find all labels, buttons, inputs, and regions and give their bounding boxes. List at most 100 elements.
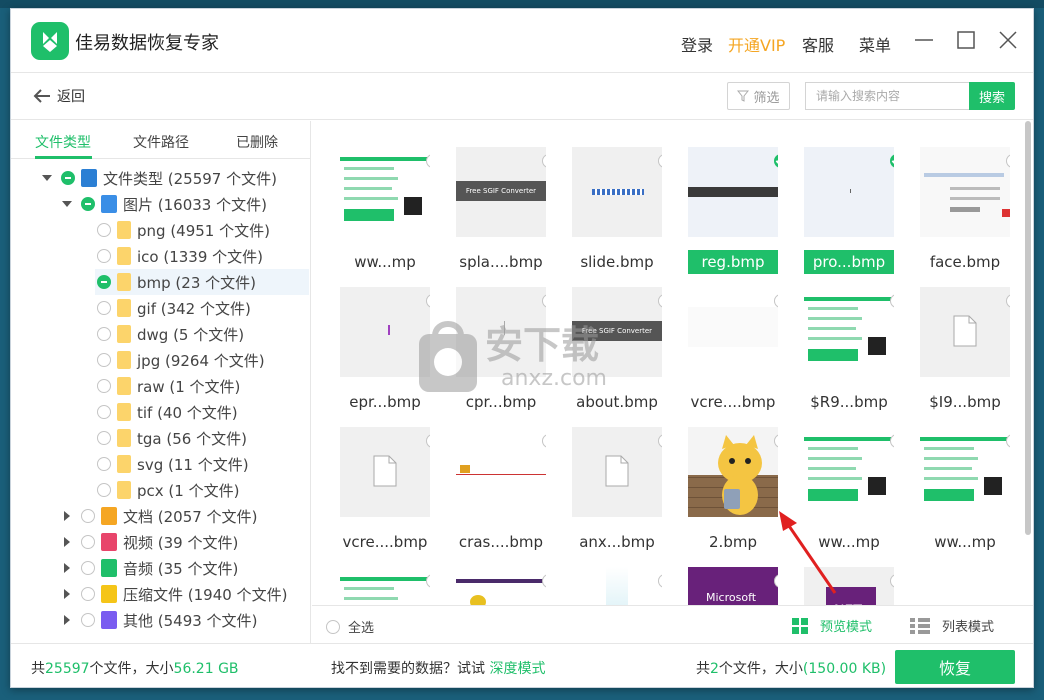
file-checkbox[interactable] <box>542 434 546 448</box>
tree-node-checkbox[interactable] <box>81 561 95 575</box>
tree-node[interactable]: ico (1339 个文件) <box>97 243 263 269</box>
tree-node[interactable]: dwg (5 个文件) <box>97 321 244 347</box>
expand-right-icon[interactable] <box>61 614 73 626</box>
tree-node[interactable]: raw (1 个文件) <box>97 373 240 399</box>
search-button[interactable]: 搜索 <box>969 82 1015 110</box>
expand-right-icon[interactable] <box>61 562 73 574</box>
expand-down-icon[interactable] <box>61 198 73 210</box>
tree-node[interactable]: gif (342 个文件) <box>97 295 251 321</box>
file-thumbnail[interactable] <box>340 427 430 517</box>
tree-node-checkbox[interactable] <box>97 483 111 497</box>
file-checkbox[interactable] <box>542 154 546 168</box>
tree-node[interactable]: 视频 (39 个文件) <box>61 529 238 555</box>
file-thumbnail[interactable]: Free SGIF Converter <box>456 147 546 237</box>
tree-node-checkbox[interactable] <box>81 587 95 601</box>
tree-node-checkbox[interactable] <box>97 223 111 237</box>
tree-node-checkbox[interactable] <box>97 327 111 341</box>
file-card[interactable]: vcre....bmp <box>322 411 438 551</box>
file-card[interactable] <box>322 551 438 605</box>
select-all-radio[interactable] <box>326 619 340 634</box>
menu-link[interactable]: 菜单 <box>859 32 891 56</box>
login-link[interactable]: 登录 <box>681 32 713 56</box>
file-checkbox[interactable] <box>426 434 430 448</box>
tree-node-checkbox[interactable] <box>97 249 111 263</box>
file-thumbnail[interactable] <box>572 147 662 237</box>
tree-node[interactable]: 其他 (5493 个文件) <box>61 607 257 633</box>
file-checkbox[interactable] <box>890 294 894 308</box>
tree-node-checkbox[interactable] <box>81 509 95 523</box>
tree-node-checkbox[interactable] <box>97 301 111 315</box>
tree-node[interactable]: tga (56 个文件) <box>97 425 247 451</box>
tree-node-checkbox[interactable] <box>81 613 95 627</box>
expand-right-icon[interactable] <box>61 536 73 548</box>
file-thumbnail[interactable] <box>688 287 778 377</box>
tree-node-checkbox[interactable] <box>81 197 95 211</box>
file-card[interactable]: $I9...bmp <box>902 271 1018 411</box>
tree-node-checkbox[interactable] <box>97 353 111 367</box>
file-thumbnail[interactable] <box>572 567 662 605</box>
file-thumbnail[interactable] <box>340 567 430 605</box>
file-checkbox[interactable] <box>658 294 662 308</box>
file-card[interactable]: ww...mp <box>322 131 438 271</box>
tree-node[interactable]: svg (11 个文件) <box>97 451 249 477</box>
file-thumbnail[interactable] <box>804 427 894 517</box>
file-thumbnail[interactable] <box>920 147 1010 237</box>
service-link[interactable]: 客服 <box>802 32 834 56</box>
file-checkbox[interactable] <box>890 434 894 448</box>
file-card[interactable]: $R9...bmp <box>786 271 902 411</box>
file-card[interactable]: Free SGIF Converter spla....bmp <box>438 131 554 271</box>
list-mode-button[interactable]: 列表模式 <box>910 616 994 635</box>
tree-node[interactable]: 压缩文件 (1940 个文件) <box>61 581 287 607</box>
file-checkbox[interactable] <box>426 154 430 168</box>
file-checkbox[interactable] <box>774 154 778 168</box>
file-checkbox[interactable] <box>426 574 430 588</box>
file-thumbnail[interactable] <box>920 427 1010 517</box>
tree-node[interactable]: 图片 (16033 个文件) <box>61 191 267 217</box>
file-checkbox[interactable] <box>774 294 778 308</box>
file-card[interactable]: slide.bmp <box>554 131 670 271</box>
file-checkbox[interactable] <box>1006 294 1010 308</box>
tree-node[interactable]: 音频 (35 个文件) <box>61 555 238 581</box>
tree-node-checkbox[interactable] <box>97 275 111 289</box>
file-checkbox[interactable] <box>658 574 662 588</box>
tree-node-checkbox[interactable] <box>97 457 111 471</box>
select-all-checkbox[interactable]: 全选 <box>326 617 374 636</box>
restore-button[interactable]: 恢复 <box>895 650 1015 684</box>
file-thumbnail[interactable]: Microsoft.NET <box>688 567 778 605</box>
file-thumbnail[interactable] <box>688 147 778 237</box>
file-card[interactable]: cras....bmp <box>438 411 554 551</box>
file-thumbnail[interactable] <box>456 567 546 605</box>
file-card[interactable]: vcre....bmp <box>670 271 786 411</box>
search-input[interactable] <box>805 82 971 110</box>
file-checkbox[interactable] <box>426 294 430 308</box>
file-checkbox[interactable] <box>774 434 778 448</box>
tree-node-checkbox[interactable] <box>81 535 95 549</box>
tab-deleted[interactable]: 已删除 <box>236 132 278 152</box>
back-button[interactable]: 返回 <box>33 86 85 106</box>
tree-node-checkbox[interactable] <box>97 405 111 419</box>
close-icon[interactable] <box>995 27 1021 53</box>
filter-button[interactable]: 筛选 <box>727 82 790 110</box>
file-card[interactable] <box>554 551 670 605</box>
file-checkbox[interactable] <box>1006 434 1010 448</box>
tree-node-checkbox[interactable] <box>97 431 111 445</box>
file-card[interactable] <box>438 551 554 605</box>
file-thumbnail[interactable] <box>340 147 430 237</box>
tree-node[interactable]: 文件类型 (25597 个文件) <box>41 165 277 191</box>
file-checkbox[interactable] <box>542 574 546 588</box>
file-card[interactable]: reg.bmp <box>670 131 786 274</box>
file-checkbox[interactable] <box>658 154 662 168</box>
tree-node[interactable]: 文档 (2057 个文件) <box>61 503 257 529</box>
file-thumbnail[interactable] <box>456 427 546 517</box>
tree-node-checkbox[interactable] <box>97 379 111 393</box>
tree-node[interactable]: pcx (1 个文件) <box>97 477 239 503</box>
tree-node[interactable]: tif (40 个文件) <box>97 399 238 425</box>
tree-node-checkbox[interactable] <box>61 171 75 185</box>
maximize-icon[interactable] <box>953 27 979 53</box>
expand-right-icon[interactable] <box>61 588 73 600</box>
file-thumbnail[interactable] <box>920 287 1010 377</box>
tree-node[interactable]: jpg (9264 个文件) <box>97 347 265 373</box>
tree-node[interactable]: bmp (23 个文件) <box>95 269 309 295</box>
tab-file-type[interactable]: 文件类型 <box>35 132 91 152</box>
file-card[interactable]: pro...bmp <box>786 131 902 274</box>
